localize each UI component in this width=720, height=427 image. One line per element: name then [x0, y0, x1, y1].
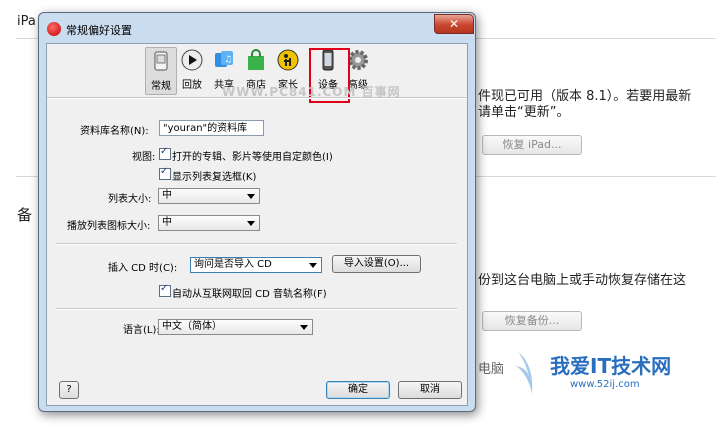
library-name-label: 资料库名称(N): — [80, 126, 149, 137]
auto-cd-names-label: 自动从互联网取回 CD 音轨名称(F) — [172, 289, 327, 300]
title-bar[interactable]: 常规偏好设置 ✕ — [39, 13, 475, 43]
wing-logo-icon — [516, 352, 533, 394]
backup-heading-fragment: 备 — [17, 206, 33, 224]
playlist-icon-size-value: 中 — [162, 217, 172, 228]
language-value: 中文（简体） — [162, 321, 222, 332]
site-url-text: www.52ij.com — [570, 379, 640, 390]
close-button[interactable]: ✕ — [434, 14, 474, 34]
chevron-down-icon — [309, 263, 317, 268]
list-size-label: 列表大小: — [108, 194, 152, 205]
help-button[interactable]: ? — [59, 381, 79, 399]
itunes-app-icon — [47, 22, 61, 36]
tab-general[interactable]: 常规 — [145, 47, 177, 95]
views-label: 视图: — [132, 152, 156, 163]
svg-text:♫: ♫ — [224, 55, 232, 65]
chevron-down-icon — [300, 325, 308, 330]
list-size-select[interactable]: 中 — [158, 188, 260, 204]
section-divider — [56, 308, 457, 310]
cancel-button[interactable]: 取消 — [398, 381, 462, 399]
playlist-icon-size-select[interactable]: 中 — [158, 215, 260, 231]
custom-color-label: 打开的专辑、影片等使用自定颜色(I) — [172, 152, 333, 163]
close-icon: ✕ — [448, 17, 460, 31]
chevron-down-icon — [247, 194, 255, 199]
ok-button[interactable]: 确定 — [326, 381, 390, 399]
check-icon: ✓ — [160, 283, 169, 294]
insert-cd-label: 插入 CD 时(C): — [108, 263, 178, 274]
list-size-value: 中 — [162, 190, 172, 201]
computer-text-fragment: 电脑 — [478, 362, 505, 377]
tab-label: 回放 — [182, 80, 202, 91]
language-label: 语言(L): — [123, 325, 160, 336]
advanced-icon — [348, 50, 368, 70]
general-icon — [154, 51, 168, 71]
insert-cd-select[interactable]: 询问是否导入 CD — [190, 257, 322, 273]
insert-cd-value: 询问是否导入 CD — [194, 259, 272, 270]
show-checkbox-checkbox[interactable]: ✓ — [159, 166, 171, 180]
show-checkbox-label: 显示列表复选框(K) — [172, 172, 257, 183]
tab-playback[interactable]: 回放 — [177, 47, 207, 93]
dialog-title: 常规偏好设置 — [66, 24, 132, 37]
update-text-line2: 请单击“更新”。 — [478, 105, 570, 120]
parental-icon — [277, 49, 299, 71]
check-icon: ✓ — [160, 166, 169, 177]
playlist-icon-size-label: 播放列表图标大小: — [67, 221, 151, 232]
restore-ipad-button[interactable]: 恢复 iPad... — [482, 135, 582, 155]
import-settings-button[interactable]: 导入设置(O)... — [332, 255, 421, 273]
preferences-dialog: 常规偏好设置 ✕ 常规 回放 ♫ 共享 商店 家长 设备 高级 资料库名称(N)… — [38, 12, 476, 412]
custom-color-checkbox[interactable]: ✓ — [159, 146, 171, 160]
restore-backup-button[interactable]: 恢复备份... — [482, 311, 582, 331]
backup-text: 份到这台电脑上或手动恢复存储在这 — [478, 273, 687, 288]
pc841-watermark: WWW.PC841.COM 百事网 — [222, 85, 401, 99]
site-logo-text: 我爱IT技术网 — [550, 354, 672, 378]
playback-icon — [181, 49, 203, 71]
chevron-down-icon — [247, 221, 255, 226]
tab-label: 常规 — [151, 81, 171, 92]
language-select[interactable]: 中文（简体） — [158, 319, 313, 335]
sharing-icon: ♫ — [215, 51, 233, 67]
store-icon — [248, 49, 264, 70]
ipad-heading-fragment: iPa — [17, 14, 36, 29]
check-icon: ✓ — [160, 146, 169, 157]
library-name-input[interactable]: "youran"的资料库 — [159, 120, 264, 136]
section-divider — [56, 243, 457, 245]
auto-cd-names-checkbox[interactable]: ✓ — [159, 283, 171, 297]
